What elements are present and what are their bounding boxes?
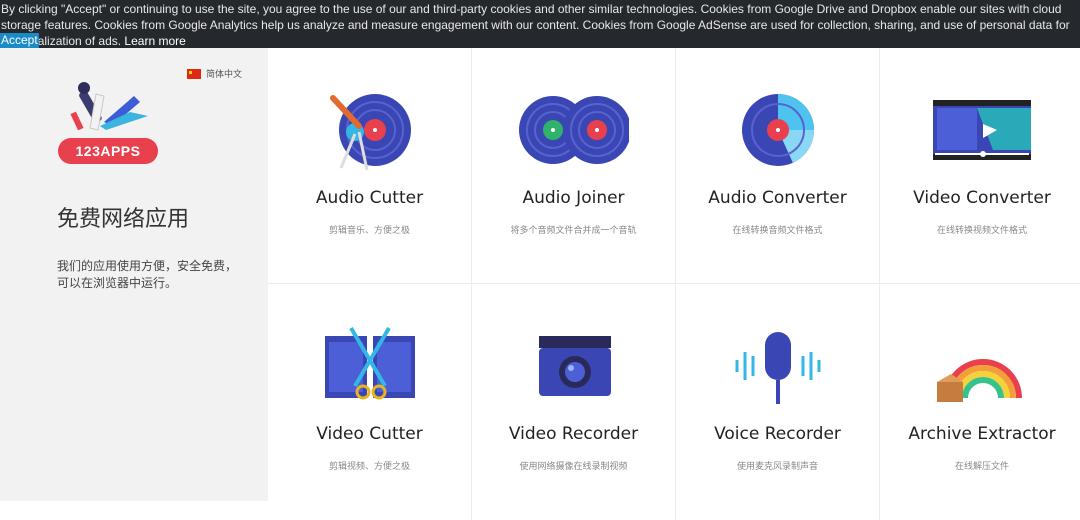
app-card-video-cutter[interactable]: Video Cutter 剪辑视频、方便之极	[268, 284, 472, 520]
app-card-voice-recorder[interactable]: Voice Recorder 使用麦克风录制声音	[676, 284, 880, 520]
video-cutter-icon	[324, 326, 415, 400]
app-card-video-recorder[interactable]: Video Recorder 使用网络摄像在线录制视频	[472, 284, 676, 520]
swiss-knife-icon	[70, 82, 148, 131]
app-name: Audio Converter	[708, 188, 847, 208]
logo[interactable]: 123APPS	[56, 82, 160, 166]
app-description: 剪辑音乐、方便之极	[328, 225, 410, 235]
app-description: 将多个音频文件合并成一个音轨	[510, 225, 637, 235]
app-description: 使用麦克风录制声音	[736, 461, 818, 471]
app-name: Audio Joiner	[522, 188, 625, 208]
app-name: Voice Recorder	[714, 424, 841, 444]
learn-more-link[interactable]: Learn more	[124, 34, 185, 48]
app-card-audio-joiner[interactable]: Audio Joiner 将多个音频文件合并成一个音轨	[472, 48, 676, 284]
app-name: Video Converter	[913, 188, 1051, 208]
app-card-audio-cutter[interactable]: Audio Cutter 剪辑音乐、方便之极	[268, 48, 472, 284]
app-description: 使用网络摄像在线录制视频	[519, 461, 628, 471]
video-recorder-icon	[538, 336, 611, 396]
app-description: 剪辑视频、方便之极	[328, 461, 410, 471]
logo-text: 123APPS	[58, 138, 158, 164]
sidebar-title: 免费网络应用	[57, 206, 190, 231]
sidebar-description: 我们的应用使用方便，安全免费， 可以在浏览器中运行。	[57, 259, 238, 290]
app-description: 在线转换音频文件格式	[732, 225, 823, 235]
apps-grid: Audio Cutter 剪辑音乐、方便之极 Audio Joiner 将多个音…	[268, 48, 1080, 520]
language-selector[interactable]: 简体中文	[187, 67, 242, 80]
app-name: Archive Extractor	[908, 424, 1056, 444]
audio-cutter-icon	[329, 94, 411, 170]
app-card-archive-extractor[interactable]: Archive Extractor 在线解压文件	[880, 284, 1080, 520]
accept-button[interactable]: Accept	[0, 33, 39, 48]
audio-converter-icon	[741, 94, 814, 166]
voice-recorder-icon	[735, 332, 820, 404]
audio-joiner-icon	[518, 96, 629, 164]
language-label: 简体中文	[206, 69, 243, 79]
archive-extractor-icon	[937, 359, 1022, 402]
video-converter-icon	[933, 100, 1031, 160]
app-description: 在线转换视频文件格式	[936, 225, 1027, 235]
app-card-video-converter[interactable]: Video Converter 在线转换视频文件格式	[880, 48, 1080, 284]
app-name: Video Cutter	[316, 424, 423, 444]
app-card-audio-converter[interactable]: Audio Converter 在线转换音频文件格式	[676, 48, 880, 284]
china-flag-icon	[187, 68, 201, 79]
app-name: Audio Cutter	[315, 188, 424, 208]
sidebar: 简体中文 123APPS 免费网络应用 我们的应用使用方便，安全免费， 可以在浏…	[0, 48, 268, 501]
app-description: 在线解压文件	[954, 461, 1009, 471]
cookie-banner: By clicking "Accept" or continuing to us…	[0, 0, 1080, 48]
app-name: Video Recorder	[508, 424, 639, 444]
